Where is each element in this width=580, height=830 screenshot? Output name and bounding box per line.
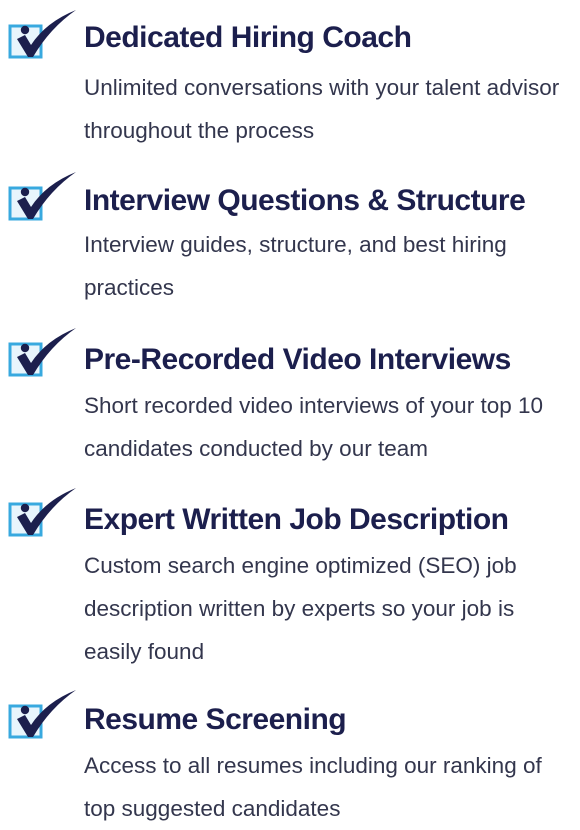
feature-description: Custom search engine optimized (SEO) job… [84,553,517,664]
feature-description: Access to all resumes including our rank… [84,753,542,821]
checkbox-checkmark-icon [8,172,76,221]
checkbox-checkmark-icon [8,328,76,377]
feature-title: Resume Screening [84,703,347,736]
feature-description: Unlimited conversations with your talent… [84,75,560,143]
checkbox-checkmark-icon [8,488,76,537]
feature-title: Interview Questions & Structure [84,184,526,217]
checkbox-checkmark-icon [8,690,76,739]
feature-title: Dedicated Hiring Coach [84,21,412,54]
feature-title: Expert Written Job Description [84,503,509,536]
feature-description: Interview guides, structure, and best hi… [84,232,507,300]
checkbox-checkmark-icon [8,10,76,59]
feature-title: Pre-Recorded Video Interviews [84,343,511,376]
feature-description: Short recorded video interviews of your … [84,393,543,461]
